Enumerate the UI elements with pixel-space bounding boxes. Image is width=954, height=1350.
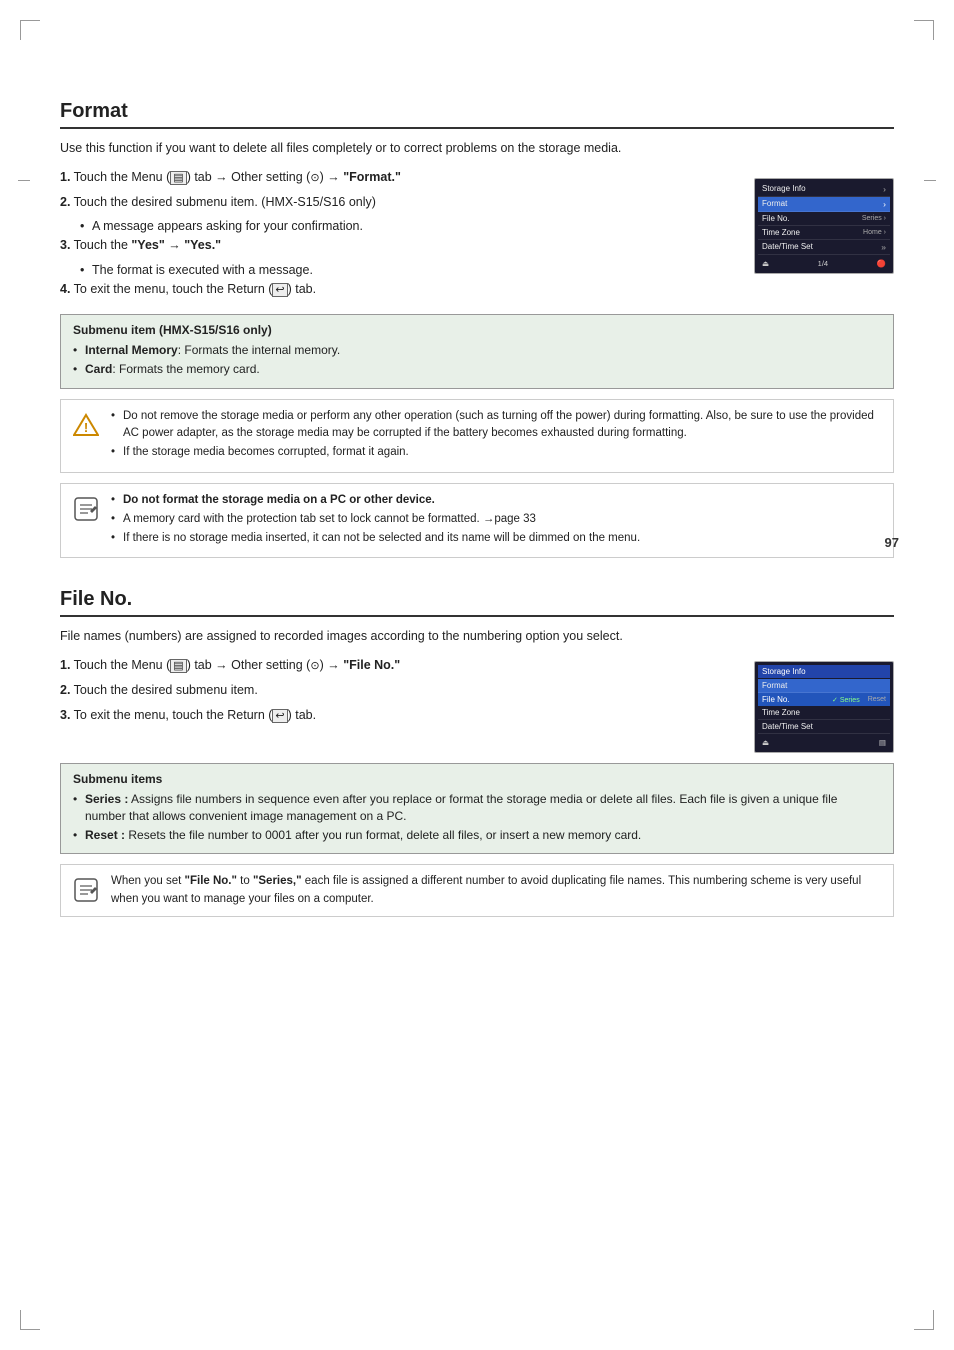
return-icon-1: ↩ — [272, 283, 287, 297]
submenu-reset: Reset : Resets the file number to 0001 a… — [73, 827, 881, 844]
step-1-number: 1. — [60, 170, 70, 184]
fileno-submenu-title: Submenu items — [73, 772, 881, 786]
cam-header-storage: Storage Info — [758, 665, 890, 678]
step-1: 1. Touch the Menu (▤) tab → Other settin… — [60, 168, 734, 187]
step-3: 3. Touch the "Yes" → "Yes." — [60, 236, 734, 255]
step-2-sub-item: A message appears asking for your confir… — [80, 217, 734, 236]
format-note-notice: Do not format the storage media on a PC … — [60, 483, 894, 559]
fileno-note-notice: When you set "File No." to "Series," eac… — [60, 864, 894, 917]
note-pencil-icon — [71, 494, 101, 524]
step-2-number: 2. — [60, 195, 70, 209]
fileno-note-content: When you set "File No." to "Series," eac… — [111, 873, 883, 908]
warning-triangle-icon: ! — [71, 410, 101, 440]
fileno-submenu-box: Submenu items Series : Assigns file numb… — [60, 763, 894, 854]
fileno-submenu-items: Series : Assigns file numbers in sequenc… — [73, 791, 881, 843]
format-submenu-title: Submenu item (HMX-S15/S16 only) — [73, 323, 881, 337]
page: Format Use this function if you want to … — [0, 0, 954, 1350]
cam2-timezone: Time Zone — [758, 706, 890, 720]
warning-item-2: If the storage media becomes corrupted, … — [111, 444, 883, 461]
format-camera-screen: Storage Info › Format › File No. Series … — [754, 178, 894, 274]
note-item-3: If there is no storage media inserted, i… — [111, 530, 883, 547]
fileno-steps-container: 1. Touch the Menu (▤) tab → Other settin… — [60, 656, 894, 753]
corner-mark-tr — [914, 20, 934, 40]
page-number: 97 — [885, 535, 899, 550]
cam-datetime-set: Date/Time Set » — [758, 240, 890, 255]
step-4: 4. To exit the menu, touch the Return (↩… — [60, 280, 734, 299]
fileno-description: File names (numbers) are assigned to rec… — [60, 627, 894, 646]
format-submenu-box: Submenu item (HMX-S15/S16 only) Internal… — [60, 314, 894, 389]
warning-item-1: Do not remove the storage media or perfo… — [111, 408, 883, 443]
step-3-sub: The format is executed with a message. — [80, 261, 734, 280]
submenu-card: Card: Formats the memory card. — [73, 361, 881, 378]
side-mark-right-top — [924, 180, 936, 181]
yes-keyword: "Yes" — [131, 238, 164, 252]
fileno-keyword: "File No." — [343, 658, 400, 672]
step-3-number: 3. — [60, 238, 70, 252]
corner-mark-br — [914, 1310, 934, 1330]
format-keyword: "Format." — [343, 170, 401, 184]
step-2-sub: A message appears asking for your confir… — [80, 217, 734, 236]
note-item-1: Do not format the storage media on a PC … — [111, 492, 883, 509]
fileno-camera-screen: Storage Info Format File No. ✓ Series Re… — [754, 661, 894, 753]
cam2-datetime: Date/Time Set — [758, 720, 890, 734]
fileno-step-2: 2. Touch the desired submenu item. — [60, 681, 734, 700]
side-mark-left-top — [18, 180, 30, 181]
svg-text:!: ! — [84, 420, 88, 435]
step-4-number: 4. — [60, 282, 70, 296]
submenu-series: Series : Assigns file numbers in sequenc… — [73, 791, 881, 825]
menu-icon-1: ▤ — [170, 171, 186, 185]
format-description: Use this function if you want to delete … — [60, 139, 894, 158]
return-icon-2: ↩ — [272, 709, 287, 723]
cam-storage-info: Storage Info › — [758, 182, 890, 197]
fileno-note-icon — [71, 875, 101, 905]
corner-mark-bl — [20, 1310, 40, 1330]
cam-file-no: File No. Series › — [758, 212, 890, 226]
format-note-content: Do not format the storage media on a PC … — [111, 492, 883, 550]
gear-icon-2: ⊙ — [310, 660, 319, 672]
cam2-bottom-bar: ⏏ ▤ — [758, 736, 890, 749]
yes-keyword-2: "Yes." — [184, 238, 221, 252]
format-steps-list: 1. Touch the Menu (▤) tab → Other settin… — [60, 168, 734, 305]
format-submenu-items: Internal Memory: Formats the internal me… — [73, 342, 881, 378]
gear-icon-1: ⊙ — [310, 172, 319, 184]
submenu-internal-memory: Internal Memory: Formats the internal me… — [73, 342, 881, 359]
format-section: Format Use this function if you want to … — [60, 100, 894, 558]
fileno-section: File No. File names (numbers) are assign… — [60, 588, 894, 917]
fileno-steps-list: 1. Touch the Menu (▤) tab → Other settin… — [60, 656, 734, 730]
cam-time-zone: Time Zone Home › — [758, 226, 890, 240]
fileno-step-2-number: 2. — [60, 683, 70, 697]
cam2-format: Format — [758, 679, 890, 693]
format-warning-notice: ! Do not remove the storage media or per… — [60, 399, 894, 473]
step-2: 2. Touch the desired submenu item. (HMX-… — [60, 193, 734, 212]
cam2-fileno-label: File No. — [762, 695, 790, 704]
corner-mark-tl — [20, 20, 40, 40]
cam-bottom-bar: ⏏ 1/4 🔴 — [758, 257, 890, 270]
fileno-step-3-number: 3. — [60, 708, 70, 722]
fileno-step-3: 3. To exit the menu, touch the Return (↩… — [60, 706, 734, 725]
fileno-step-1-number: 1. — [60, 658, 70, 672]
format-warning-content: Do not remove the storage media or perfo… — [111, 408, 883, 464]
fileno-title: File No. — [60, 588, 894, 617]
menu-icon-2: ▤ — [170, 659, 186, 673]
note-item-2: A memory card with the protection tab se… — [111, 511, 883, 528]
format-title: Format — [60, 100, 894, 129]
step-3-sub-item: The format is executed with a message. — [80, 261, 734, 280]
cam-format: Format › — [758, 197, 890, 212]
format-steps-container: 1. Touch the Menu (▤) tab → Other settin… — [60, 168, 894, 305]
fileno-step-1: 1. Touch the Menu (▤) tab → Other settin… — [60, 656, 734, 675]
